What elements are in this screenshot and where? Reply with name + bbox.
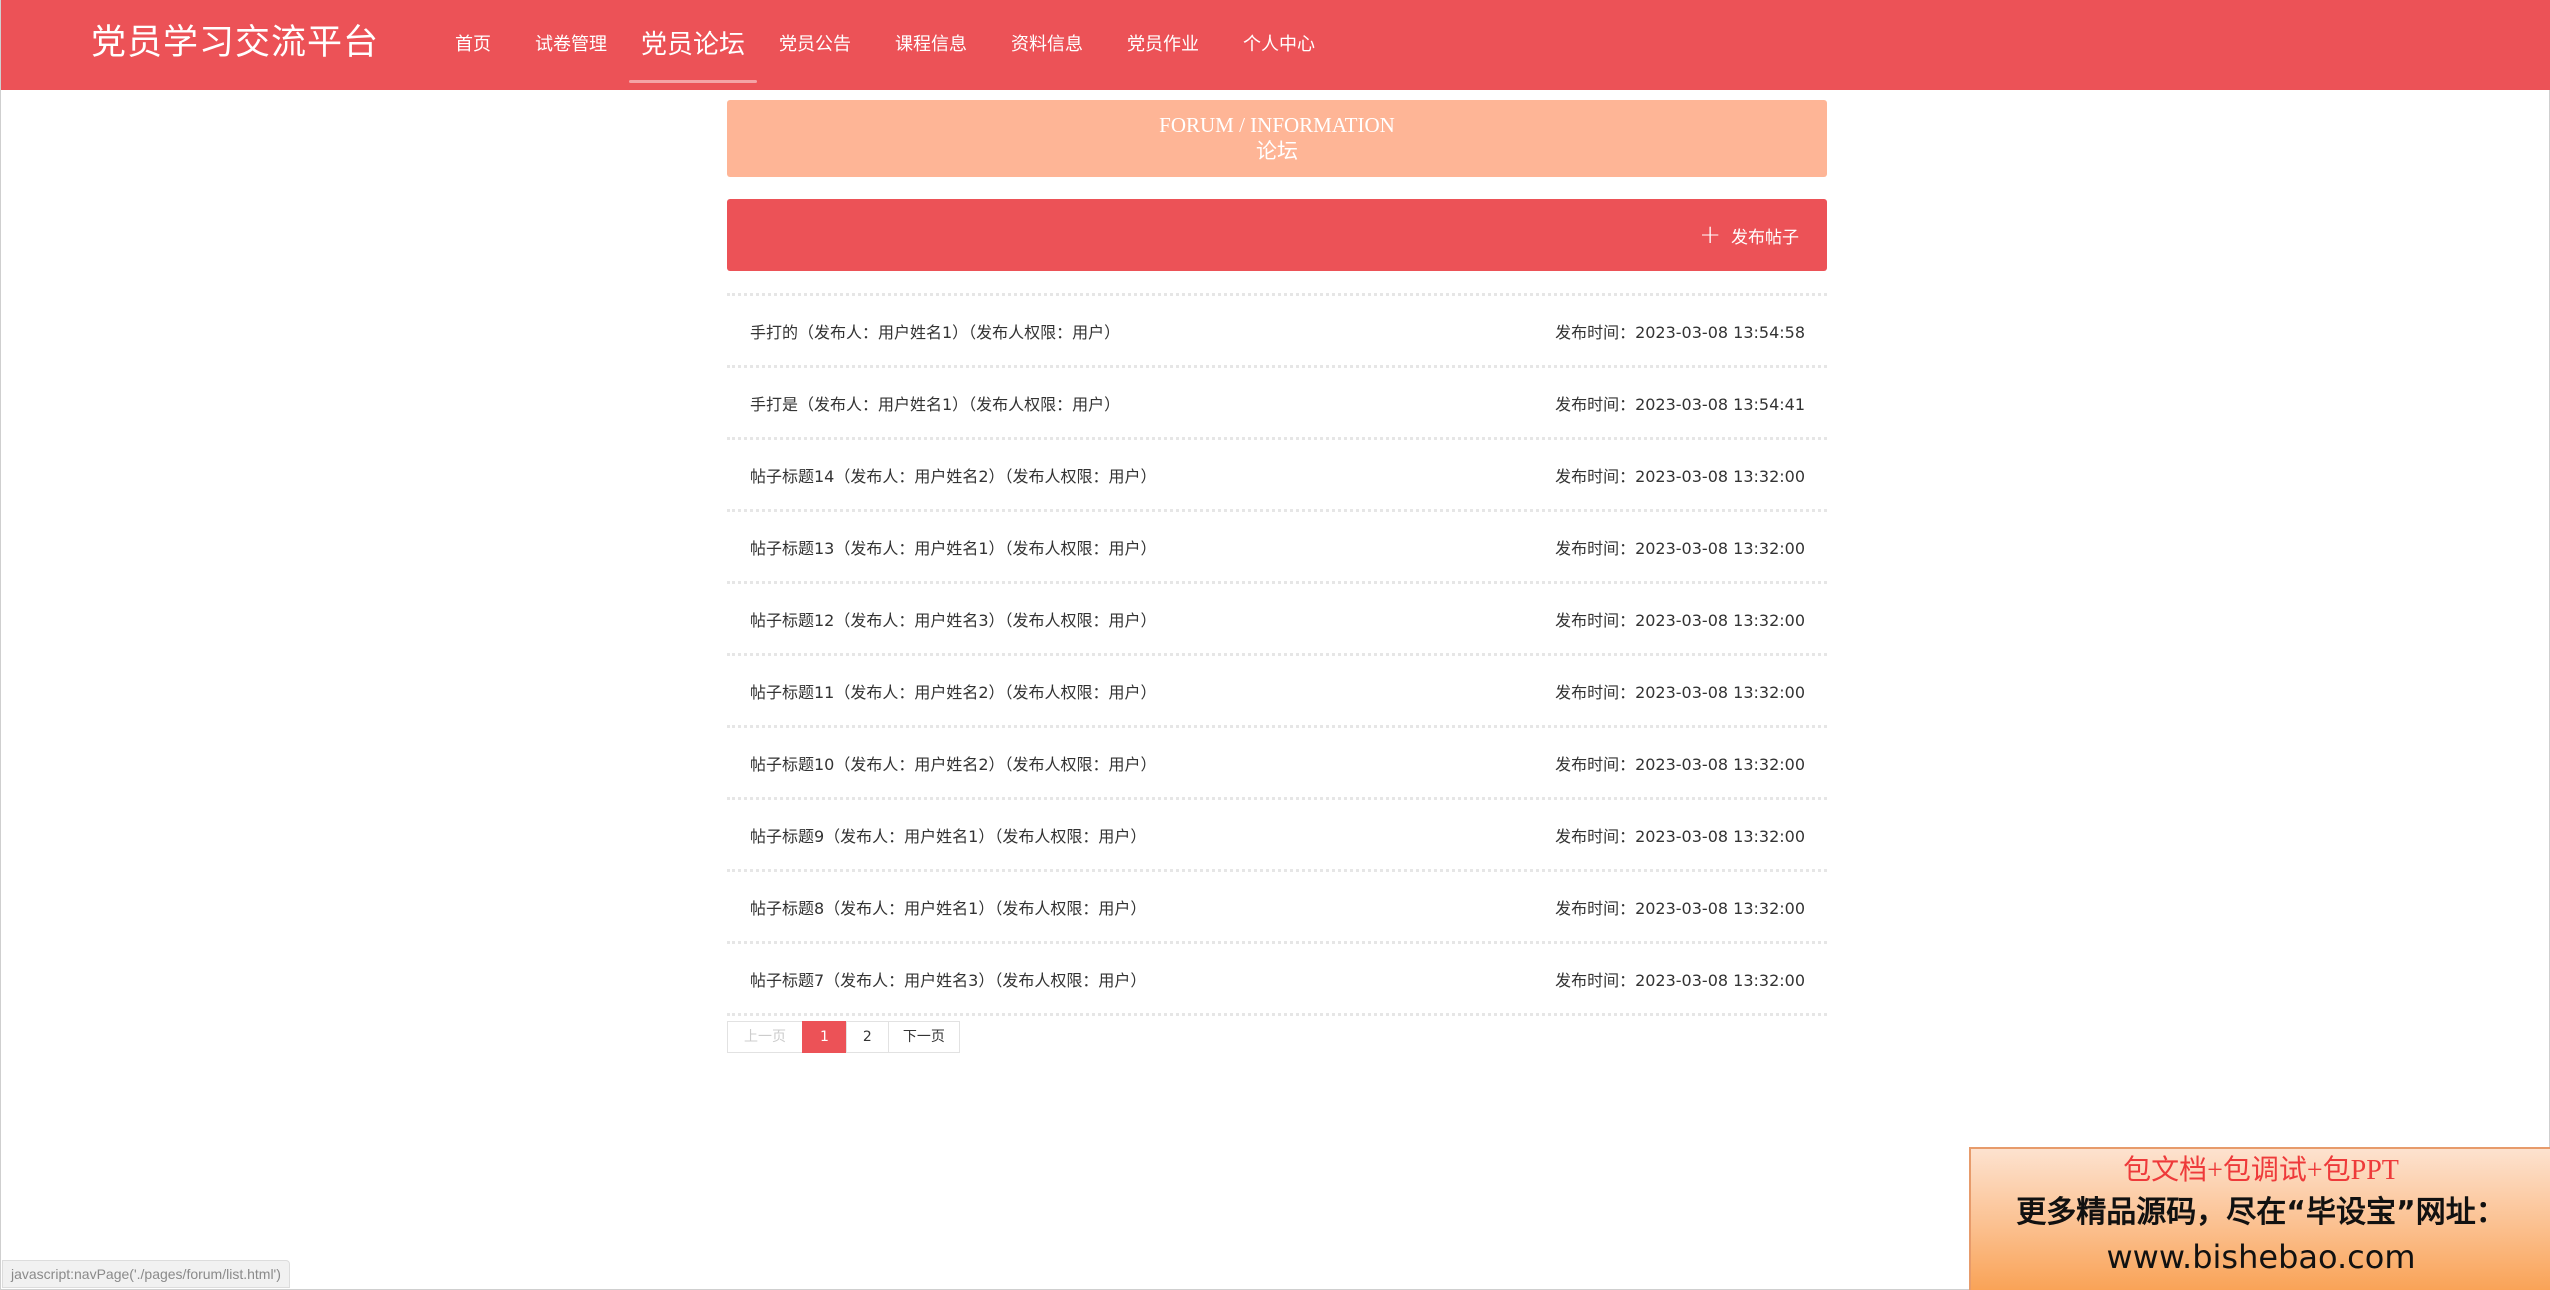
nav-item-course-info[interactable]: 课程信息 (873, 0, 989, 90)
page: 党员学习交流平台 首页 试卷管理 党员论坛 党员公告 课程信息 资料信息 党员作… (0, 0, 2550, 1290)
post-row[interactable]: 帖子标题7（发布人：用户姓名3）（发布人权限：用户） 发布时间：2023-03-… (727, 944, 1827, 1016)
nav-item-materials[interactable]: 资料信息 (989, 0, 1105, 90)
section-banner: FORUM / INFORMATION 论坛 (727, 100, 1827, 177)
post-title[interactable]: 帖子标题10（发布人：用户姓名2）（发布人权限：用户） (750, 751, 1157, 775)
publish-post-button[interactable]: + 发布帖子 (1699, 199, 1799, 271)
banner-title-en: FORUM / INFORMATION (1159, 113, 1395, 137)
pagination: 上一页 1 2 下一页 (727, 1021, 960, 1053)
post-title[interactable]: 帖子标题14（发布人：用户姓名2）（发布人权限：用户） (750, 463, 1157, 487)
action-bar: + 发布帖子 (727, 199, 1827, 271)
post-title[interactable]: 帖子标题7（发布人：用户姓名3）（发布人权限：用户） (750, 967, 1146, 991)
post-time: 发布时间：2023-03-08 13:32:00 (1555, 610, 1805, 630)
nav-item-personal-center[interactable]: 个人中心 (1221, 0, 1337, 90)
post-row[interactable]: 帖子标题9（发布人：用户姓名1）（发布人权限：用户） 发布时间：2023-03-… (727, 800, 1827, 872)
post-title[interactable]: 帖子标题9（发布人：用户姓名1）（发布人权限：用户） (750, 823, 1146, 847)
nav-item-homework[interactable]: 党员作业 (1105, 0, 1221, 90)
site-title[interactable]: 党员学习交流平台 (91, 18, 379, 68)
nav-item-exam-management[interactable]: 试卷管理 (513, 0, 629, 90)
post-row[interactable]: 帖子标题10（发布人：用户姓名2）（发布人权限：用户） 发布时间：2023-03… (727, 728, 1827, 800)
post-time: 发布时间：2023-03-08 13:32:00 (1555, 538, 1805, 558)
post-time: 发布时间：2023-03-08 13:32:00 (1555, 682, 1805, 702)
post-time: 发布时间：2023-03-08 13:32:00 (1555, 754, 1805, 774)
post-title[interactable]: 帖子标题11（发布人：用户姓名2）（发布人权限：用户） (750, 679, 1157, 703)
watermark-line2: 更多精品源码，尽在“毕设宝”网址： (2016, 1195, 2506, 1230)
watermark-ad: 包文档+包调试+包PPT 更多精品源码，尽在“毕设宝”网址： www.bishe… (1969, 1147, 2550, 1290)
page-number-button[interactable]: 1 (802, 1021, 847, 1053)
top-header: 党员学习交流平台 首页 试卷管理 党员论坛 党员公告 课程信息 资料信息 党员作… (1, 0, 2550, 90)
publish-post-label: 发布帖子 (1731, 227, 1799, 248)
next-page-button[interactable]: 下一页 (887, 1021, 960, 1053)
watermark-url: www.bishebao.com (2106, 1238, 2416, 1276)
nav-item-announcements[interactable]: 党员公告 (757, 0, 873, 90)
banner-title-cn: 论坛 (1256, 139, 1298, 163)
page-number-button[interactable]: 2 (845, 1021, 889, 1053)
post-row[interactable]: 帖子标题14（发布人：用户姓名2）（发布人权限：用户） 发布时间：2023-03… (727, 440, 1827, 512)
main-nav: 首页 试卷管理 党员论坛 党员公告 课程信息 资料信息 党员作业 个人中心 (433, 0, 1337, 90)
post-title[interactable]: 帖子标题12（发布人：用户姓名3）（发布人权限：用户） (750, 607, 1157, 631)
post-list: 手打的（发布人：用户姓名1）（发布人权限：用户） 发布时间：2023-03-08… (727, 293, 1827, 1016)
post-title[interactable]: 手打的（发布人：用户姓名1）（发布人权限：用户） (750, 319, 1120, 343)
watermark-line1: 包文档+包调试+包PPT (2123, 1155, 2399, 1186)
post-row[interactable]: 帖子标题12（发布人：用户姓名3）（发布人权限：用户） 发布时间：2023-03… (727, 584, 1827, 656)
post-title[interactable]: 手打是（发布人：用户姓名1）（发布人权限：用户） (750, 391, 1120, 415)
prev-page-button[interactable]: 上一页 (727, 1021, 803, 1053)
post-row[interactable]: 手打的（发布人：用户姓名1）（发布人权限：用户） 发布时间：2023-03-08… (727, 296, 1827, 368)
post-title[interactable]: 帖子标题8（发布人：用户姓名1）（发布人权限：用户） (750, 895, 1146, 919)
post-time: 发布时间：2023-03-08 13:32:00 (1555, 466, 1805, 486)
post-row[interactable]: 手打是（发布人：用户姓名1）（发布人权限：用户） 发布时间：2023-03-08… (727, 368, 1827, 440)
post-row[interactable]: 帖子标题11（发布人：用户姓名2）（发布人权限：用户） 发布时间：2023-03… (727, 656, 1827, 728)
post-row[interactable]: 帖子标题8（发布人：用户姓名1）（发布人权限：用户） 发布时间：2023-03-… (727, 872, 1827, 944)
nav-item-party-forum[interactable]: 党员论坛 (629, 0, 758, 90)
post-time: 发布时间：2023-03-08 13:32:00 (1555, 898, 1805, 918)
nav-item-home[interactable]: 首页 (433, 0, 513, 90)
plus-icon: + (1699, 220, 1721, 250)
post-time: 发布时间：2023-03-08 13:32:00 (1555, 826, 1805, 846)
post-time: 发布时间：2023-03-08 13:54:41 (1555, 394, 1805, 414)
post-row[interactable]: 帖子标题13（发布人：用户姓名1）（发布人权限：用户） 发布时间：2023-03… (727, 512, 1827, 584)
post-time: 发布时间：2023-03-08 13:54:58 (1555, 322, 1805, 342)
post-title[interactable]: 帖子标题13（发布人：用户姓名1）（发布人权限：用户） (750, 535, 1157, 559)
browser-status-bar: javascript:navPage('./pages/forum/list.h… (2, 1260, 290, 1288)
post-time: 发布时间：2023-03-08 13:32:00 (1555, 970, 1805, 990)
